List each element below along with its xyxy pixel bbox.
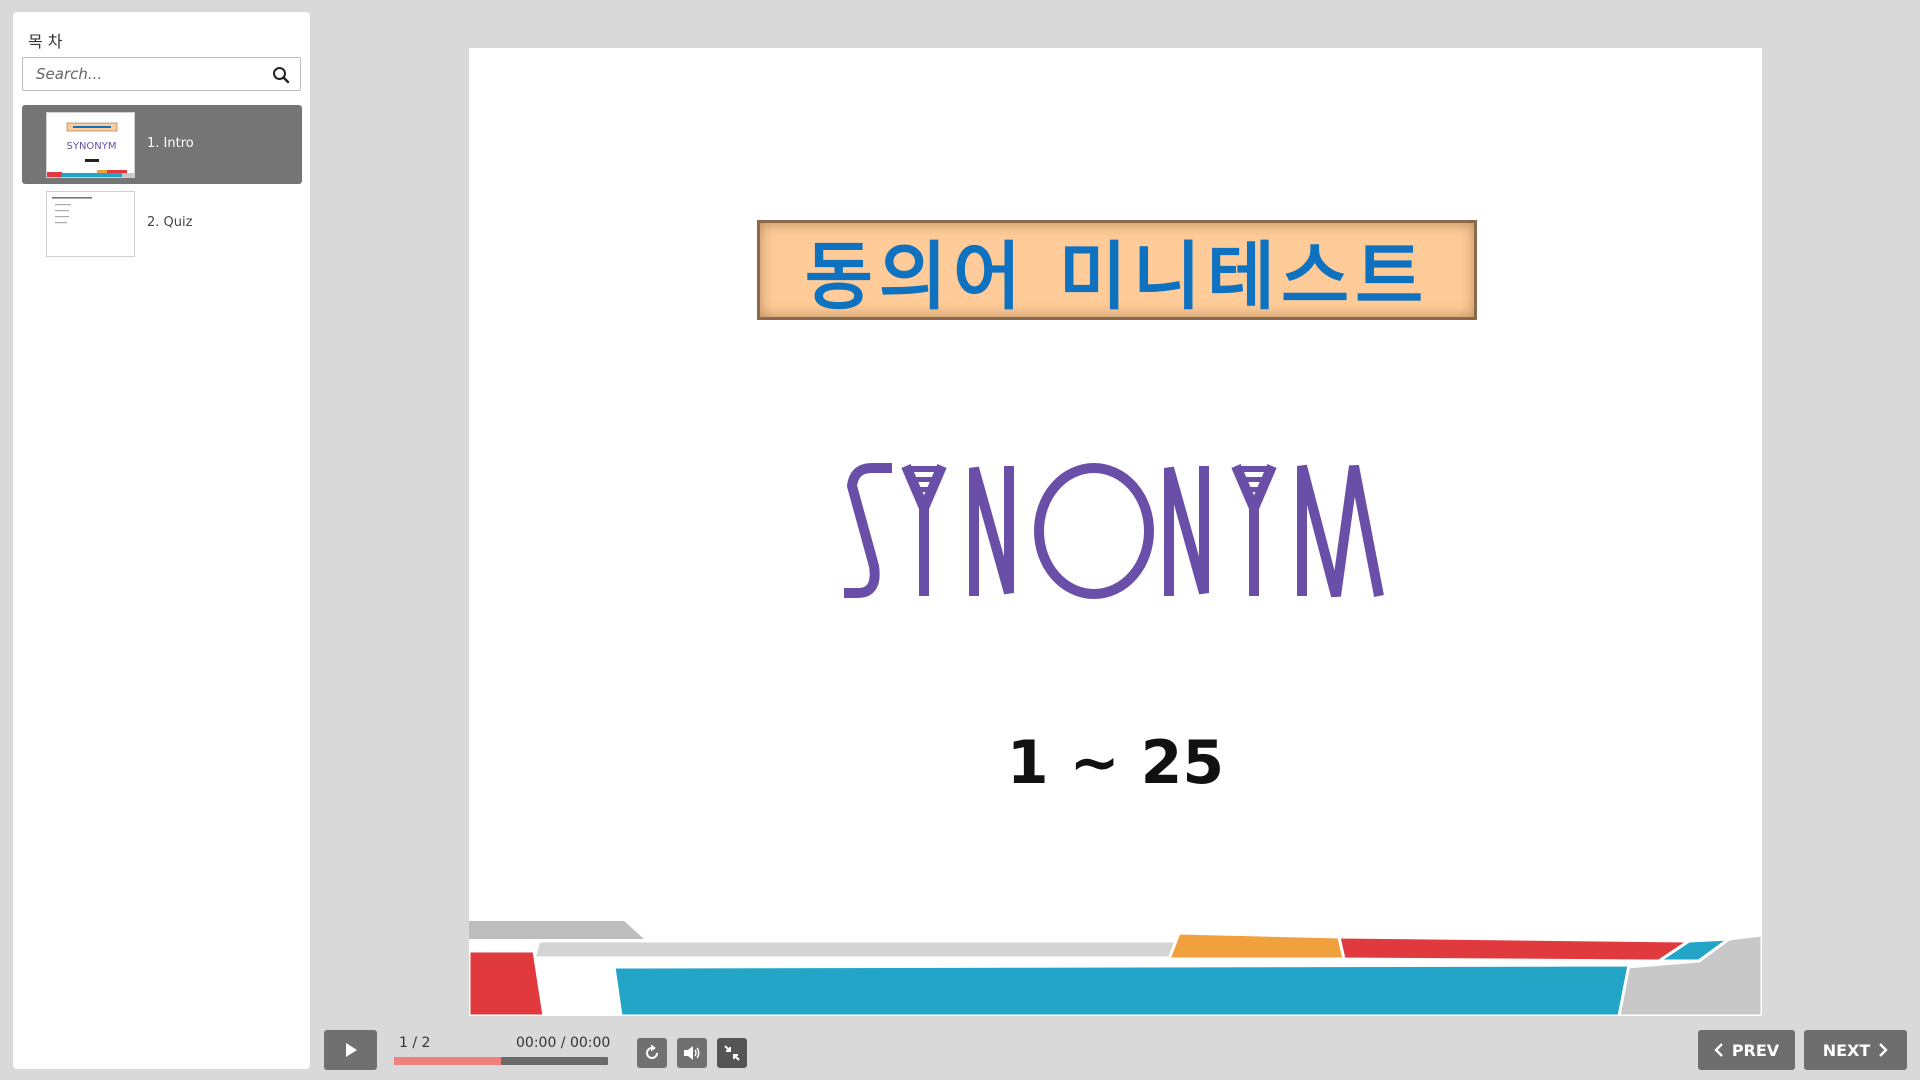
chevron-left-icon [1714, 1043, 1723, 1057]
toc-item-label: 2. Quiz [147, 215, 193, 230]
slide-title: 동의어 미니테스트 [804, 233, 1430, 320]
slide-footer-decoration [469, 921, 1762, 1016]
search-icon[interactable] [272, 66, 290, 84]
time-display: 00:00 / 00:00 [516, 1035, 611, 1051]
slide-thumbnail [46, 191, 135, 257]
synonym-logo [844, 448, 1389, 608]
replay-button[interactable] [637, 1038, 667, 1068]
search-input[interactable] [23, 58, 263, 90]
title-banner: 동의어 미니테스트 [757, 220, 1477, 320]
slide-thumbnail: SYNONYM [46, 112, 135, 178]
svg-text:SYNONYM: SYNONYM [66, 141, 116, 152]
toc-item-intro[interactable]: SYNONYM 1. Intro [22, 105, 302, 184]
play-icon [345, 1043, 357, 1057]
prev-label: PREV [1731, 1040, 1780, 1060]
replay-icon [646, 1044, 658, 1059]
next-button[interactable]: NEXT [1804, 1030, 1907, 1070]
volume-icon [684, 1046, 700, 1060]
progress-bar[interactable] [394, 1057, 608, 1065]
collapse-icon [724, 1045, 740, 1061]
slide-counter: 1 / 2 [399, 1035, 431, 1051]
search-box [22, 57, 301, 91]
progress-fill [394, 1057, 501, 1065]
sidebar-title: 목 차 [28, 32, 63, 51]
table-of-contents-panel: 목 차 SYNONYM 1. Intro [13, 12, 310, 1069]
question-range: 1 ~ 25 [1006, 728, 1225, 798]
next-label: NEXT [1822, 1040, 1871, 1060]
play-button[interactable] [324, 1030, 377, 1070]
synonym-logo-graphic [844, 463, 1384, 599]
toc-item-label: 1. Intro [147, 136, 194, 151]
exit-fullscreen-button[interactable] [717, 1038, 747, 1068]
chevron-right-icon [1879, 1043, 1888, 1057]
prev-button[interactable]: PREV [1698, 1030, 1795, 1070]
volume-button[interactable] [677, 1038, 707, 1068]
slide-canvas: 동의어 미니테스트 1 ~ 25 [469, 48, 1762, 1016]
toc-item-quiz[interactable]: 2. Quiz [22, 184, 302, 263]
